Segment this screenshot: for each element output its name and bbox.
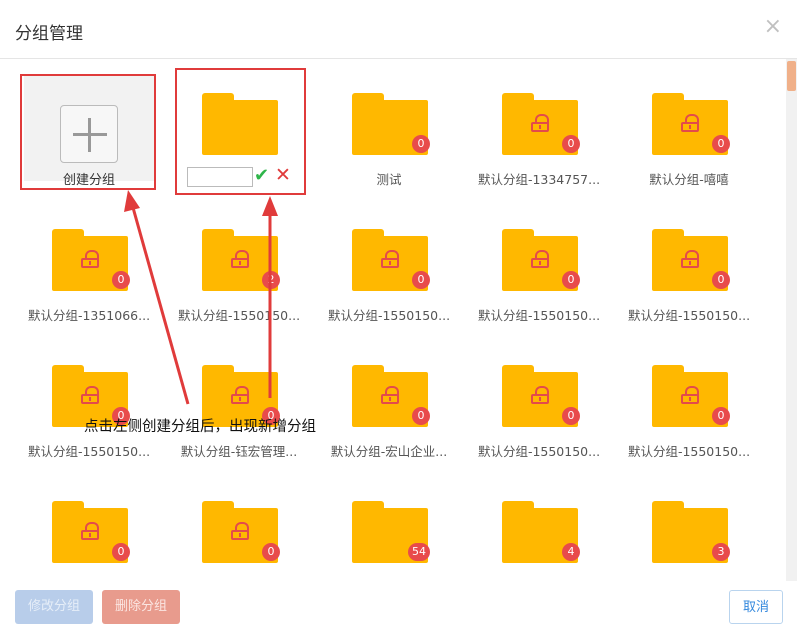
dialog-footer: 修改分组 删除分组 取消 [0,581,797,637]
group-manager-dialog: 分组管理 × 创建分组 0 测试 0 默认分组-1334757... 0 默认分组- [0,0,797,637]
delete-group-button[interactable]: 删除分组 [102,590,181,624]
arrow-head-left [124,190,140,212]
edit-group-button[interactable]: 修改分组 [15,590,94,624]
arrow-head-right [262,196,278,216]
arrow-line-left [130,203,190,405]
annotation-arrows [124,190,278,405]
annotation-text: 点击左侧创建分组后，出现新增分组 [84,419,316,435]
cancel-button[interactable]: 取消 [728,590,783,624]
